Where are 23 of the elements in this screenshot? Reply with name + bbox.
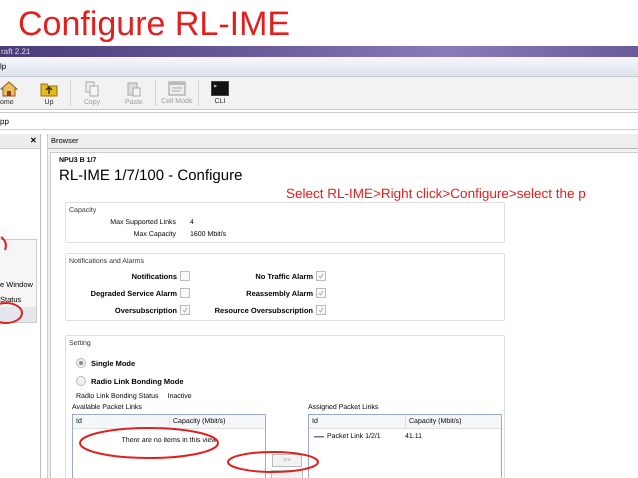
window-title: raft 2.21 [1, 47, 30, 56]
clipboard-icon [126, 80, 142, 96]
checkbox[interactable] [316, 271, 326, 281]
checkbox[interactable] [316, 288, 326, 298]
window-icon [168, 81, 186, 96]
checkbox[interactable] [316, 305, 326, 315]
house-icon [0, 80, 18, 96]
pages-icon [84, 80, 100, 96]
folder-icon [40, 80, 58, 96]
link-icon [314, 434, 324, 438]
annotation-arc [0, 236, 7, 250]
radio-button[interactable] [76, 358, 86, 368]
instruction-text: Select RL-IME>Right click>Configure>select the p [286, 186, 586, 201]
terminal-icon [211, 81, 229, 96]
slide-title: Configure RL-IME [18, 5, 290, 43]
checkbox[interactable] [180, 271, 190, 281]
address-text: pp [0, 117, 9, 126]
radio-button[interactable] [76, 376, 86, 386]
checkbox[interactable] [180, 305, 190, 315]
menu-item[interactable] [0, 307, 36, 322]
menu-item[interactable]: lp [0, 62, 6, 71]
checkbox[interactable] [180, 288, 190, 298]
page-title: RL-IME 1/7/100 - Configure [59, 167, 242, 184]
